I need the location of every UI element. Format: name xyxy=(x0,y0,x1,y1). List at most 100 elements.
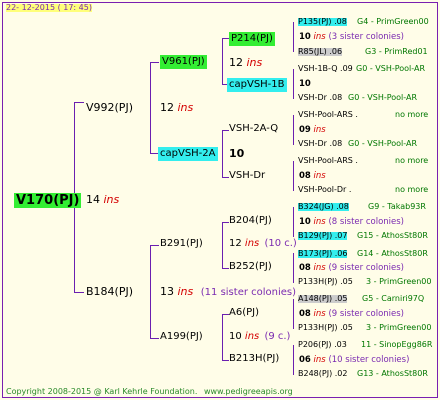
gen4-right: 3 - PrimGreen00 xyxy=(366,323,432,332)
gen1-a-ins: ins xyxy=(177,101,194,114)
gen2-a-info: 12 ins xyxy=(229,57,262,68)
root-queen[interactable]: V170(PJ) xyxy=(14,193,82,208)
gen4-num: 06 xyxy=(299,355,311,365)
gen4-row[interactable]: B248(PJ) .02 xyxy=(298,370,347,378)
gen4-ins: ins xyxy=(313,217,326,227)
gen3-h-name[interactable]: B213H(PJ) xyxy=(229,354,279,364)
gen4-row: 10 ins (8 sister colonies) xyxy=(299,218,404,227)
gen4-right: G13 - AthosSt80R xyxy=(357,369,428,378)
gen2-d-ins: ins xyxy=(244,331,260,342)
tree-line xyxy=(222,130,223,177)
gen4-row[interactable]: VSH-Pool-ARS . xyxy=(298,157,358,165)
gen4-sib: (8 sister colonies) xyxy=(328,217,404,227)
gen4-right: G4 - PrimGreen00 xyxy=(357,17,429,26)
gen4-row[interactable]: P133H(PJ) .05 xyxy=(298,324,353,332)
gen2-b-name[interactable]: capVSH-2A xyxy=(158,147,218,161)
gen4-row: 08 ins (9 sister colonies) xyxy=(299,310,404,319)
tree-line xyxy=(293,345,294,375)
gen2-d-name[interactable]: A199(PJ) xyxy=(160,332,203,342)
gen4-name: VSH-Pool-ARS . xyxy=(298,156,358,165)
gen4-num: 10 xyxy=(299,217,311,227)
gen2-b-num: 10 xyxy=(229,147,245,160)
gen3-c-name[interactable]: VSH-2A-Q xyxy=(229,124,278,134)
gen4-sib: (10 sister colonies) xyxy=(328,355,410,365)
gen4-row[interactable]: P133H(PJ) .05 xyxy=(298,278,353,286)
gen4-row[interactable]: B129(PJ) .07 xyxy=(298,231,348,240)
gen3-b-name[interactable]: capVSH-1B xyxy=(227,78,287,92)
site-link[interactable]: www.pedigreeapis.org xyxy=(204,387,293,396)
gen4-row[interactable]: A148(PJ) .05 xyxy=(298,295,348,303)
gen1-a-info: 12 ins xyxy=(160,102,193,113)
gen4-row[interactable]: VSH-Dr .08 xyxy=(298,140,342,148)
gen3-d-name[interactable]: VSH-Dr xyxy=(229,171,265,181)
gen2-c-num: 12 xyxy=(229,238,242,249)
tree-line xyxy=(74,292,84,293)
gen1-a-num: 12 xyxy=(160,101,174,114)
gen2-d-num: 10 xyxy=(229,331,242,342)
gen3-c-info: 09 ins xyxy=(299,126,326,135)
gen4-name: B324(JG) .08 xyxy=(298,202,349,211)
gen3-b-num: 10 xyxy=(299,79,311,89)
gen4-right: G5 - Carniri97Q xyxy=(362,294,425,303)
gen3-d-num: 08 xyxy=(299,171,311,181)
gen1-b-ins: ins xyxy=(177,285,194,298)
gen4-row: 10 ins (3 sister colonies) xyxy=(299,33,404,42)
gen1-b-info: 13 ins (11 sister colonies) xyxy=(160,286,296,298)
gen4-row[interactable]: B173(PJ) .06 xyxy=(298,249,348,258)
gen4-row[interactable]: R85(JL) .06 xyxy=(298,48,343,56)
tree-line xyxy=(150,62,151,153)
tree-line xyxy=(293,22,294,52)
gen4-row: 06 ins (10 sister colonies) xyxy=(299,356,409,365)
gen4-name: VSH-Pool-ARS . xyxy=(298,110,358,119)
tree-line xyxy=(150,62,159,63)
gen4-row[interactable]: VSH-Pool-Dr . xyxy=(298,186,351,194)
gen4-right: G3 - PrimRed01 xyxy=(365,47,428,56)
gen4-right: no more xyxy=(395,185,429,194)
tree-line xyxy=(222,314,223,360)
gen4-sib: (9 sister colonies) xyxy=(328,263,404,273)
gen4-ins: ins xyxy=(313,263,326,273)
gen4-name: P133H(PJ) .05 xyxy=(298,277,353,286)
gen4-row[interactable]: P135(PJ) .08 xyxy=(298,18,347,26)
gen3-g-name[interactable]: A6(PJ) xyxy=(229,308,259,318)
gen2-a-name[interactable]: V961(PJ) xyxy=(160,55,207,69)
gen4-right: G0 - VSH-Pool-AR xyxy=(348,139,418,148)
gen4-row: 08 ins (9 sister colonies) xyxy=(299,264,404,273)
gen3-d-ins: ins xyxy=(313,171,326,181)
gen4-right: G0 - VSH-Pool-AR xyxy=(356,64,426,73)
gen4-right: no more xyxy=(395,110,429,119)
gen3-e-name[interactable]: B204(PJ) xyxy=(229,216,272,226)
gen4-row[interactable]: VSH-Pool-ARS . xyxy=(298,111,358,119)
gen3-a-name[interactable]: P214(PJ) xyxy=(229,32,275,46)
gen4-right: G9 - Takab93R xyxy=(368,202,426,211)
tree-line xyxy=(293,69,294,99)
gen4-num: 08 xyxy=(299,309,311,319)
gen4-right: no more xyxy=(395,156,429,165)
gen4-name: P135(PJ) .08 xyxy=(298,17,347,26)
tree-line xyxy=(222,222,229,223)
gen4-name: VSH-Pool-Dr . xyxy=(298,185,352,194)
gen2-c-name[interactable]: B291(PJ) xyxy=(160,239,203,249)
tree-line xyxy=(222,38,229,39)
gen4-right: G14 - AthosSt80R xyxy=(357,249,428,258)
gen1-a-name[interactable]: V992(PJ) xyxy=(86,102,133,113)
root-info: 14 ins xyxy=(86,194,119,205)
gen4-row[interactable]: B324(JG) .08 xyxy=(298,203,349,211)
root-ins: ins xyxy=(103,193,120,206)
gen4-num: 08 xyxy=(299,263,311,273)
gen4-ins: ins xyxy=(313,355,326,365)
tree-line xyxy=(293,115,294,145)
gen4-name: B129(PJ) .07 xyxy=(298,231,348,240)
gen1-b-num: 13 xyxy=(160,285,174,298)
gen1-b-name[interactable]: B184(PJ) xyxy=(86,286,133,297)
gen4-name: B173(PJ) .06 xyxy=(298,249,348,258)
gen4-row[interactable]: VSH-Dr .08 xyxy=(298,94,342,102)
gen2-c-sib: (10 c.) xyxy=(264,238,297,249)
gen4-sib: (9 sister colonies) xyxy=(328,309,404,319)
gen4-row[interactable]: P206(PJ) .03 xyxy=(298,341,347,349)
gen4-name: P133H(PJ) .05 xyxy=(298,323,353,332)
gen3-f-name[interactable]: B252(PJ) xyxy=(229,262,272,272)
tree-line xyxy=(222,360,229,361)
gen4-row[interactable]: VSH-1B-Q .09 xyxy=(298,65,353,73)
root-num: 14 xyxy=(86,193,100,206)
